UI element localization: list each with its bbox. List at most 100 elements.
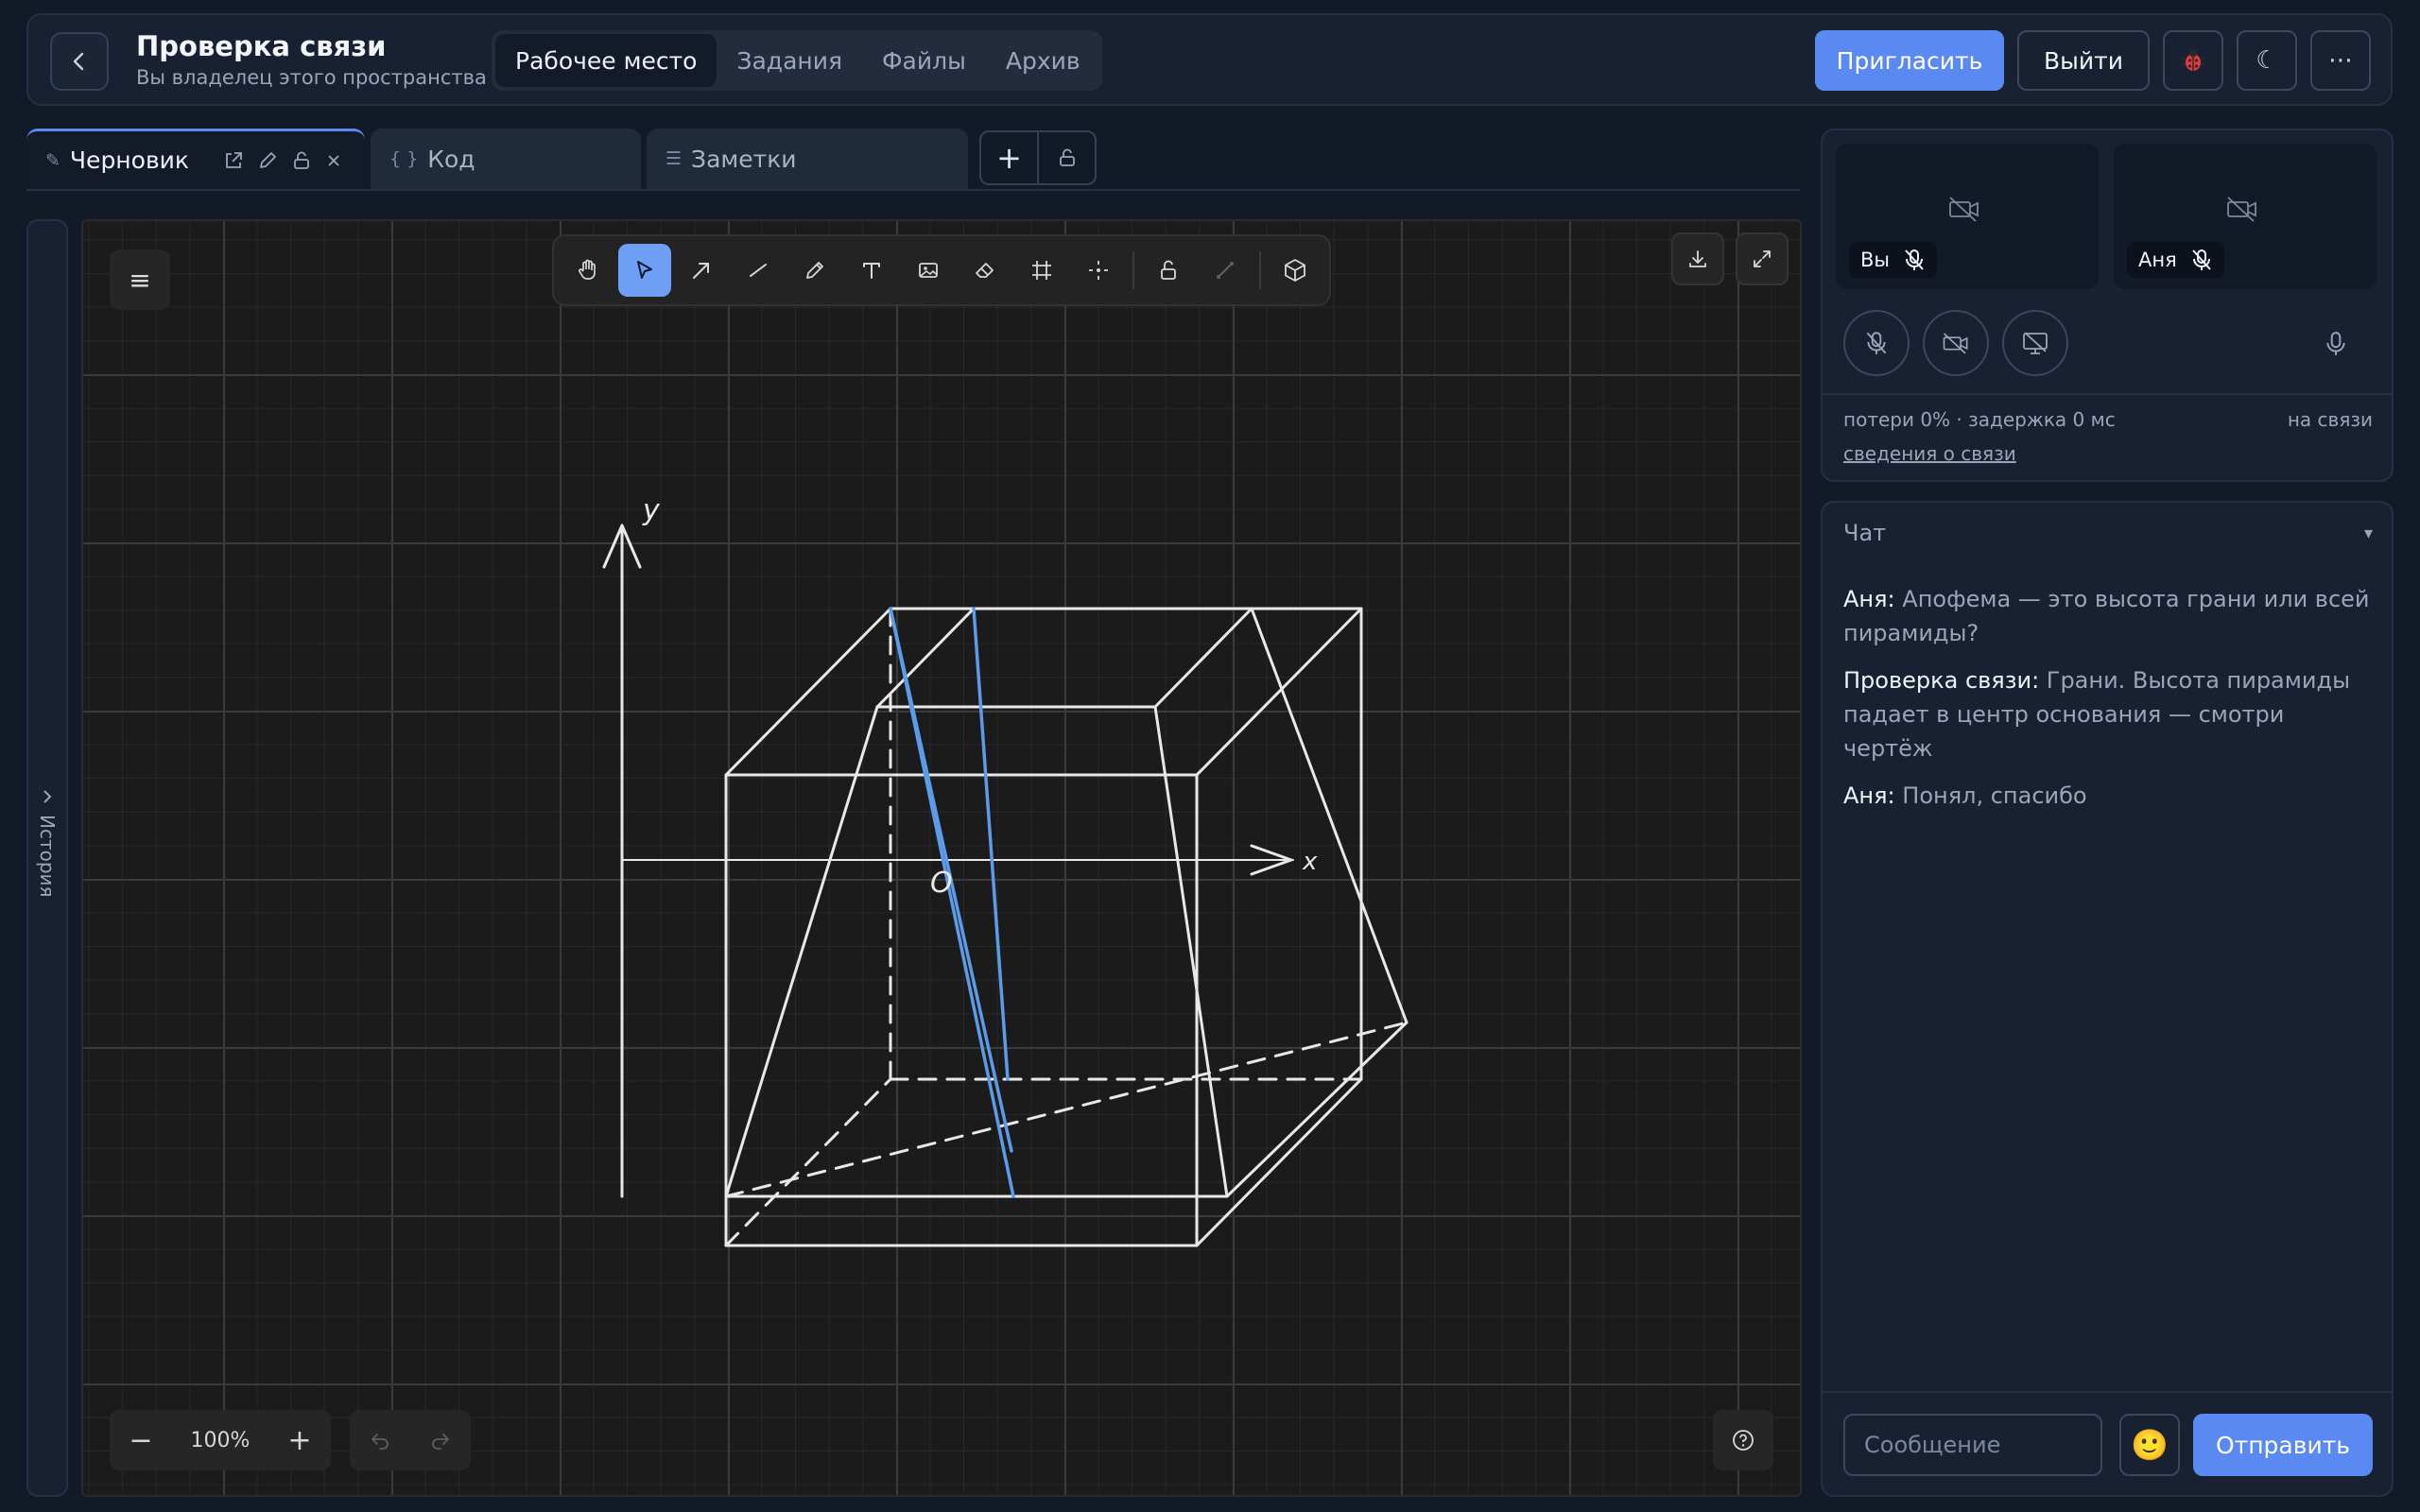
tab-draft[interactable]: ✎ Черновик bbox=[26, 129, 365, 189]
video-tile-anya[interactable]: Аня bbox=[2114, 144, 2377, 289]
history-controls bbox=[350, 1410, 471, 1470]
invite-button[interactable]: Пригласить bbox=[1815, 30, 2004, 91]
frustum-lateral-back bbox=[1250, 607, 1409, 1024]
main-nav: Рабочее место Задания Файлы Архив bbox=[492, 30, 1102, 91]
exit-button[interactable]: Выйти bbox=[2017, 30, 2150, 91]
connector-icon bbox=[1217, 262, 1234, 279]
tool-pencil[interactable] bbox=[788, 244, 841, 297]
rename-icon[interactable] bbox=[257, 150, 278, 171]
tool-eraser[interactable] bbox=[959, 244, 1011, 297]
tool-3d-box[interactable] bbox=[1269, 244, 1322, 297]
undo-icon[interactable] bbox=[369, 1429, 391, 1452]
pencil-icon bbox=[806, 262, 823, 279]
toggle-screen-share-button[interactable] bbox=[2002, 310, 2068, 376]
participant-label: Аня bbox=[2127, 242, 2224, 278]
emoji-button[interactable]: 🙂 bbox=[2119, 1414, 2180, 1476]
mic-off-icon bbox=[2191, 249, 2211, 270]
chat-message: Проверка связи: Грани. Высота пирамиды п… bbox=[1843, 663, 2373, 765]
connection-details-link[interactable]: сведения о связи bbox=[1843, 442, 2016, 465]
chat-messages: Аня: Апофема — это высота грани или всей… bbox=[1843, 582, 2373, 813]
top-bar: Проверка связи Вы владелец этого простра… bbox=[26, 13, 2393, 106]
nav-tab-archive[interactable]: Архив bbox=[986, 34, 1100, 87]
open-external-icon[interactable] bbox=[223, 150, 244, 171]
zoom-in-button[interactable]: + bbox=[284, 1424, 316, 1457]
list-icon: ☰ bbox=[666, 148, 683, 169]
tab-code[interactable]: { } Код bbox=[371, 129, 641, 189]
toolbar-divider bbox=[1259, 251, 1261, 289]
cube-edge-tl bbox=[724, 607, 892, 777]
braces-icon: { } bbox=[389, 148, 419, 169]
nav-tab-files[interactable]: Файлы bbox=[862, 34, 986, 87]
tool-lock[interactable] bbox=[1142, 244, 1195, 297]
tool-image[interactable] bbox=[902, 244, 955, 297]
y-axis-label: y bbox=[642, 494, 661, 527]
nav-tab-workspace[interactable]: Рабочее место bbox=[495, 34, 717, 87]
redo-icon[interactable] bbox=[429, 1429, 452, 1452]
nav-tab-tasks[interactable]: Задания bbox=[717, 34, 862, 87]
screen-share-off-icon bbox=[2023, 332, 2048, 354]
hamburger-icon: ≡ bbox=[129, 264, 151, 296]
arrow-icon bbox=[693, 263, 709, 279]
geometry-sketch[interactable]: y x O bbox=[83, 221, 1802, 1497]
unlock-icon[interactable] bbox=[291, 150, 312, 171]
history-panel-toggle[interactable]: История bbox=[26, 219, 68, 1497]
tool-text[interactable] bbox=[845, 244, 898, 297]
close-icon[interactable] bbox=[325, 152, 342, 169]
tab-code-label: Код bbox=[427, 145, 475, 173]
lock-tabs-button[interactable] bbox=[1039, 132, 1095, 183]
cube-icon bbox=[1285, 259, 1305, 282]
tool-laser[interactable] bbox=[1072, 244, 1125, 297]
chat-collapse-toggle[interactable]: ▾ bbox=[2364, 524, 2373, 543]
moon-icon: ☾ bbox=[2256, 46, 2278, 75]
zoom-level[interactable]: 100% bbox=[191, 1429, 251, 1452]
call-divider bbox=[1823, 393, 2392, 395]
participant-name: Вы bbox=[1860, 249, 1890, 271]
hand-icon bbox=[579, 259, 596, 280]
image-icon bbox=[919, 263, 938, 278]
tool-frame[interactable] bbox=[1015, 244, 1068, 297]
smiley-icon: 🙂 bbox=[2131, 1427, 2169, 1463]
drawing-canvas[interactable]: y x O ≡ − 100% + bbox=[81, 219, 1802, 1497]
back-button[interactable] bbox=[50, 32, 109, 91]
zoom-out-button[interactable]: − bbox=[125, 1424, 157, 1457]
text-icon bbox=[863, 263, 880, 279]
fullscreen-button[interactable] bbox=[1736, 232, 1789, 285]
toggle-mic-button[interactable] bbox=[1843, 310, 1910, 376]
highlight-lines bbox=[889, 607, 1015, 1198]
tool-connector[interactable] bbox=[1199, 244, 1252, 297]
send-button[interactable]: Отправить bbox=[2193, 1414, 2373, 1476]
chat-message: Аня: Понял, спасибо bbox=[1843, 779, 2373, 813]
more-menu-button[interactable]: ⋯ bbox=[2310, 30, 2371, 91]
frustum-lateral-right bbox=[1153, 705, 1229, 1198]
frustum-lateral-left bbox=[724, 705, 879, 1198]
chat-title: Чат bbox=[1843, 520, 1887, 546]
message-author: Аня: bbox=[1843, 782, 1895, 809]
add-tab-button[interactable]: + bbox=[981, 132, 1039, 183]
download-icon bbox=[1689, 250, 1706, 267]
tool-line[interactable] bbox=[732, 244, 785, 297]
page-title: Проверка связи bbox=[136, 30, 387, 62]
help-button[interactable] bbox=[1713, 1410, 1773, 1470]
tool-hand[interactable] bbox=[562, 244, 614, 297]
more-icon: ⋯ bbox=[2328, 46, 2353, 75]
tab-notes-label: Заметки bbox=[691, 145, 797, 173]
history-label: История bbox=[36, 815, 59, 898]
mic-icon[interactable] bbox=[2324, 331, 2348, 357]
tool-select[interactable] bbox=[618, 244, 671, 297]
toggle-camera-button[interactable] bbox=[1923, 310, 1989, 376]
download-button[interactable] bbox=[1671, 232, 1724, 285]
chevron-right-icon bbox=[43, 790, 52, 803]
chat-message-input[interactable] bbox=[1843, 1414, 2102, 1476]
cube-edge-tr bbox=[1195, 607, 1363, 777]
tab-add-group: + bbox=[979, 130, 1097, 185]
chat-message: Аня: Апофема — это высота грани или всей… bbox=[1843, 582, 2373, 650]
theme-toggle-button[interactable]: ☾ bbox=[2237, 30, 2297, 91]
tool-arrow[interactable] bbox=[675, 244, 728, 297]
page-subtitle: Вы владелец этого пространства bbox=[136, 66, 487, 89]
tab-notes[interactable]: ☰ Заметки bbox=[647, 129, 968, 189]
chat-panel: Чат ▾ Аня: Апофема — это высота грани ил… bbox=[1821, 501, 2394, 1497]
canvas-menu-button[interactable]: ≡ bbox=[110, 249, 170, 310]
bug-report-button[interactable] bbox=[2163, 30, 2223, 91]
connection-stats: потери 0% · задержка 0 мс bbox=[1843, 408, 2116, 431]
video-tile-self[interactable]: Вы bbox=[1836, 144, 2099, 289]
